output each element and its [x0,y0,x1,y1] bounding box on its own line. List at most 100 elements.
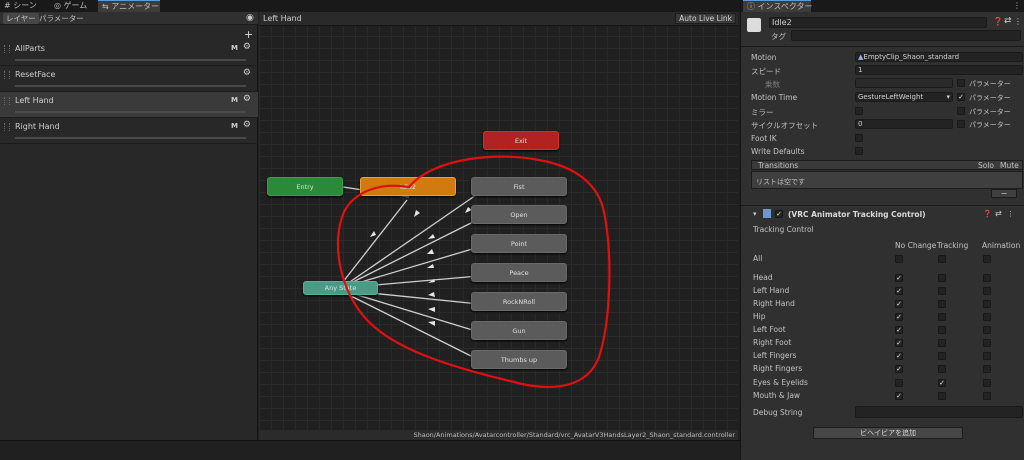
settings-icon[interactable]: ⇄ [1004,16,1012,26]
debug-string-field[interactable] [855,406,1023,418]
tracking-an-checkbox[interactable] [983,365,991,373]
foldout-arrow-icon[interactable]: ▾ [753,210,757,218]
tracking-nc-checkbox[interactable]: ✓ [895,300,903,308]
tracking-nc-checkbox[interactable]: ✓ [895,313,903,321]
speed-field[interactable]: 1 [855,65,1023,75]
state-name-field[interactable]: Idle2 [769,17,987,28]
tracking-control-label: Tracking Control [753,225,814,234]
motion-time-param-checkbox[interactable]: ✓ [957,93,965,101]
cycle-offset-field[interactable]: 0 [855,119,953,129]
foot-ik-checkbox[interactable] [855,134,863,142]
more-options-icon[interactable]: ⋮ [1013,1,1021,10]
tracking-tr-checkbox[interactable] [938,255,946,263]
tracking-tr-checkbox[interactable] [938,392,946,400]
transitions-title: Transitions [758,161,799,170]
tracking-tr-checkbox[interactable] [938,313,946,321]
tracking-nc-checkbox[interactable]: ✓ [895,352,903,360]
motion-time-value: GestureLeftWeight [858,93,924,101]
tracking-nc-checkbox[interactable]: ✓ [895,326,903,334]
help-icon[interactable]: ❓ [983,210,992,218]
motion-time-dropdown[interactable]: GestureLeftWeight ▾ [855,92,953,102]
tracking-an-checkbox[interactable] [983,313,991,321]
gear-icon[interactable]: ⚙ [243,94,251,104]
layer-weight-bar[interactable] [15,59,246,61]
gear-icon[interactable]: ⚙ [243,120,251,130]
tracking-an-checkbox[interactable] [983,255,991,263]
layer-name: Right Hand [15,122,60,131]
tracking-nc-checkbox[interactable]: ✓ [895,274,903,282]
layer-item[interactable]: AllParts M ⚙ [0,40,258,66]
tracking-row-label: Right Foot [753,338,792,347]
tracking-an-checkbox[interactable] [983,339,991,347]
tab-layers[interactable]: レイヤー [3,13,39,24]
tracking-tr-checkbox[interactable] [938,287,946,295]
drag-handle-icon[interactable] [4,71,10,79]
tracking-row-label: Hip [753,312,766,321]
settings-icon[interactable]: ⇄ [995,209,1002,218]
tracking-nc-checkbox[interactable]: ✓ [895,287,903,295]
bottom-bar [0,440,740,460]
layer-item[interactable]: ResetFace ⚙ [0,66,258,92]
layer-item[interactable]: Right Hand M ⚙ [0,118,258,144]
mask-indicator: M [231,96,238,104]
multiplier-dropdown[interactable] [855,78,953,88]
cycle-param-checkbox[interactable] [957,120,965,128]
motion-label: Motion [751,53,777,62]
tracking-tr-checkbox[interactable] [938,352,946,360]
tab-inspector[interactable]: ⓘ インスペクター [743,0,813,12]
tracking-an-checkbox[interactable] [983,352,991,360]
help-icon[interactable]: ❓ [993,17,1003,26]
tab-scene[interactable]: # シーン [0,0,48,12]
tracking-an-checkbox[interactable] [983,392,991,400]
tracking-nc-checkbox[interactable]: ✓ [895,339,903,347]
tracking-nc-checkbox[interactable]: ✓ [895,365,903,373]
add-behaviour-button[interactable]: ビヘイビアを追加 [813,427,963,439]
tracking-tr-checkbox[interactable] [938,365,946,373]
tracking-nc-checkbox[interactable] [895,379,903,387]
param-label: パラメーター [969,80,1011,88]
tracking-nc-checkbox[interactable] [895,255,903,263]
tracking-tr-checkbox[interactable] [938,339,946,347]
tracking-an-checkbox[interactable] [983,326,991,334]
write-defaults-checkbox[interactable] [855,147,863,155]
drag-handle-icon[interactable] [4,45,10,53]
layer-weight-bar[interactable] [15,111,246,113]
component-title: (VRC Animator Tracking Control) [788,210,926,219]
tab-scene-label: シーン [13,1,37,10]
tab-animator[interactable]: ⇆ アニメーター [98,0,160,12]
layer-weight-bar[interactable] [15,137,246,139]
debug-string-label: Debug String [753,408,803,417]
tag-field[interactable] [791,30,1021,41]
motion-field[interactable]: ▲EmptyClip_Shaon_standard [855,52,1023,62]
gear-icon[interactable]: ⚙ [243,42,251,52]
tracking-tr-checkbox[interactable]: ✓ [938,379,946,387]
eye-icon[interactable]: ◉ [246,13,254,23]
transitions-header: Transitions Solo Mute [751,160,1023,170]
header-no-change: No Change [895,241,937,250]
tracking-nc-checkbox[interactable]: ✓ [895,392,903,400]
remove-transition-button[interactable]: − [991,189,1017,198]
layer-item-selected[interactable]: Left Hand M ⚙ [0,92,258,118]
tracking-tr-checkbox[interactable] [938,274,946,282]
tracking-tr-checkbox[interactable] [938,300,946,308]
tracking-an-checkbox[interactable] [983,287,991,295]
more-icon[interactable]: ⋮ [1014,17,1022,26]
inspector-tab-bar: ⓘ インスペクター ⋮ [741,0,1024,12]
mirror-checkbox[interactable] [855,107,863,115]
gear-icon[interactable]: ⚙ [243,68,251,78]
layer-weight-bar[interactable] [15,85,246,87]
tracking-an-checkbox[interactable] [983,274,991,282]
drag-handle-icon[interactable] [4,123,10,131]
mask-indicator: M [231,122,238,130]
tab-parameters[interactable]: パラメーター [36,13,87,24]
tracking-tr-checkbox[interactable] [938,326,946,334]
more-icon[interactable]: ⋮ [1007,210,1014,218]
tracking-an-checkbox[interactable] [983,300,991,308]
multiplier-param-checkbox[interactable] [957,79,965,87]
solo-label: Solo [978,161,995,170]
mirror-param-checkbox[interactable] [957,107,965,115]
drag-handle-icon[interactable] [4,97,10,105]
component-enabled-checkbox[interactable]: ✓ [775,210,783,218]
tab-game[interactable]: ◎ ゲーム [50,0,96,12]
tracking-an-checkbox[interactable] [983,379,991,387]
